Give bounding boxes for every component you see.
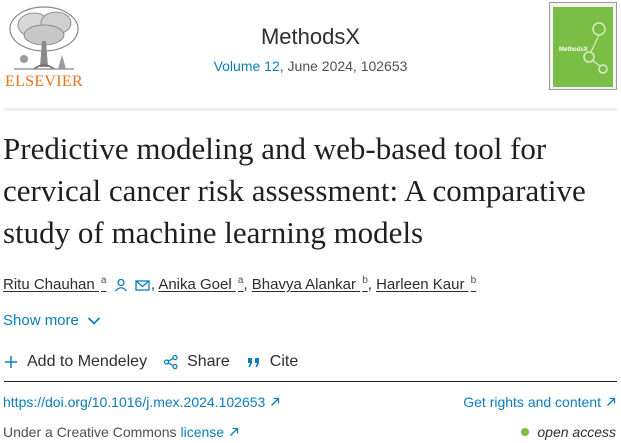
external-link-icon [271, 397, 280, 406]
cover-art: MethodsX [553, 7, 613, 87]
affiliation-marker: b [470, 275, 477, 286]
open-access-dot-icon [521, 428, 530, 436]
person-icon[interactable] [114, 278, 128, 298]
license-prefix: Under a Creative Commons [3, 424, 177, 440]
license-info: Under a Creative Commons license [3, 424, 239, 440]
show-more-label: Show more [3, 312, 79, 329]
issue-info: Volume 12, June 2024, 102653 [0, 58, 621, 74]
rights-text: Get rights and content [463, 394, 601, 410]
email-icon[interactable] [135, 278, 151, 298]
share-label: Share [187, 353, 230, 370]
open-access-label: open access [537, 424, 616, 440]
open-access-badge: open access [521, 424, 616, 440]
quote-icon [247, 358, 259, 367]
doi-text: https://doi.org/10.1016/j.mex.2024.10265… [3, 394, 266, 410]
journal-header: ELSEVIER MethodsX Volume 12, June 2024, … [0, 0, 621, 111]
author-separator: , [367, 276, 377, 293]
license-link[interactable]: license [181, 424, 240, 440]
article-actions: Add to Mendeley Share Cite [3, 351, 314, 373]
author-separator: , [243, 276, 252, 293]
mendeley-label: Add to Mendeley [27, 353, 148, 370]
rights-link[interactable]: Get rights and content [463, 394, 616, 410]
add-to-mendeley-button[interactable]: Add to Mendeley [3, 353, 147, 371]
article-title: Predictive modeling and web-based tool f… [3, 131, 586, 250]
author-link[interactable]: Ritu Chauhan a [3, 275, 107, 293]
external-link-icon [230, 427, 239, 436]
cite-label: Cite [269, 353, 299, 370]
cite-button[interactable]: Cite [246, 353, 298, 371]
external-link-icon [607, 397, 616, 406]
section-divider [4, 381, 617, 382]
cover-title: MethodsX [559, 47, 588, 53]
author-link[interactable]: Harleen Kaur b [376, 275, 477, 293]
author-list: Ritu Chauhan a , Anika Goel a, Bhavya Al… [3, 271, 617, 298]
author-link[interactable]: Anika Goel a [158, 275, 243, 293]
journal-title[interactable]: MethodsX [0, 24, 621, 50]
volume-link[interactable]: Volume 12 [214, 58, 280, 74]
doi-link[interactable]: https://doi.org/10.1016/j.mex.2024.10265… [3, 394, 280, 410]
journal-cover-image[interactable]: MethodsX [549, 2, 617, 90]
show-more-button[interactable]: Show more [3, 312, 101, 329]
plus-icon [5, 356, 17, 368]
author-link[interactable]: Bhavya Alankar b [252, 275, 368, 293]
share-icon [163, 354, 178, 370]
affiliation-marker: a [100, 275, 107, 286]
issue-details: , June 2024, 102653 [279, 58, 408, 74]
chevron-down-icon [87, 316, 100, 325]
header-divider [4, 108, 617, 111]
publisher-name: ELSEVIER [5, 73, 83, 90]
share-button[interactable]: Share [163, 353, 230, 371]
